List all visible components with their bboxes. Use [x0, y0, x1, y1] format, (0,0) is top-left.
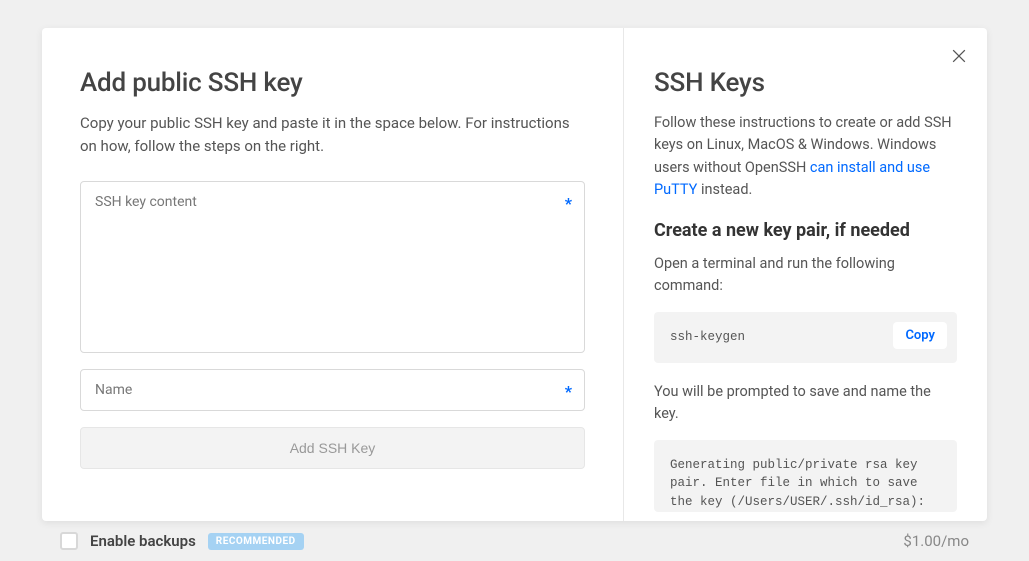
copy-button[interactable]: Copy — [893, 322, 947, 349]
help-intro: Follow these instructions to create or a… — [654, 112, 957, 202]
command-text: ssh-keygen — [670, 330, 745, 344]
output-code-block: Generating public/private rsa key pair. … — [654, 440, 957, 512]
add-ssh-key-button[interactable]: Add SSH Key — [80, 427, 585, 469]
help-section-para: Open a terminal and run the following co… — [654, 253, 957, 298]
enable-backups-checkbox[interactable] — [60, 532, 78, 550]
background-content: Enable backups RECOMMENDED $1.00/mo — [0, 521, 1029, 561]
ssh-name-input[interactable] — [81, 370, 584, 410]
recommended-badge: RECOMMENDED — [208, 533, 304, 550]
enable-backups-row: Enable backups RECOMMENDED — [60, 532, 304, 550]
backup-price: $1.00/mo — [903, 532, 969, 550]
ssh-content-input[interactable] — [81, 182, 584, 352]
modal-title: Add public SSH key — [80, 68, 585, 98]
help-section-title: Create a new key pair, if needed — [654, 220, 957, 241]
close-icon — [949, 46, 969, 66]
ssh-content-field-wrapper: SSH key content * — [80, 181, 585, 353]
close-button[interactable] — [949, 46, 969, 66]
modal-subtitle: Copy your public SSH key and paste it in… — [80, 112, 585, 157]
required-asterisk-icon: * — [565, 194, 572, 213]
modal-right-panel: SSH Keys Follow these instructions to cr… — [624, 28, 987, 521]
enable-backups-label: Enable backups — [90, 532, 196, 550]
ssh-key-modal: Add public SSH key Copy your public SSH … — [42, 28, 987, 521]
ssh-name-field-wrapper: Name * — [80, 369, 585, 411]
command-code-block: ssh-keygen Copy — [654, 312, 957, 363]
help-title: SSH Keys — [654, 68, 957, 98]
modal-left-panel: Add public SSH key Copy your public SSH … — [42, 28, 624, 521]
help-intro-suffix: instead. — [697, 181, 752, 198]
help-prompt-para: You will be prompted to save and name th… — [654, 381, 957, 426]
required-asterisk-icon: * — [565, 382, 572, 401]
